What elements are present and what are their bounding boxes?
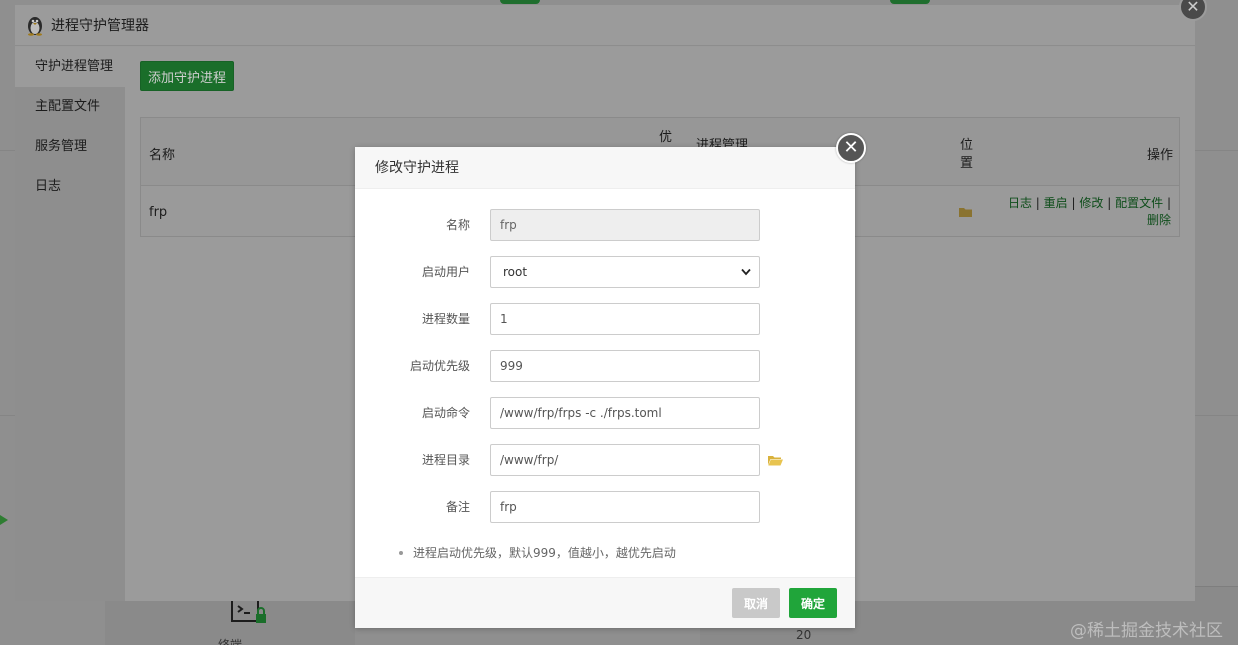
count-input[interactable] bbox=[490, 303, 760, 335]
edit-link[interactable]: 修改 bbox=[1079, 196, 1103, 210]
log-link[interactable]: 日志 bbox=[1008, 196, 1032, 210]
priority-input[interactable] bbox=[490, 350, 760, 382]
name-input[interactable] bbox=[490, 209, 760, 241]
delete-link[interactable]: 删除 bbox=[1147, 213, 1171, 227]
command-input[interactable] bbox=[490, 397, 760, 429]
name-label: 名称 bbox=[445, 218, 470, 232]
sidebar-item-daemon-management[interactable]: 守护进程管理 bbox=[15, 47, 125, 87]
header-location-a: 位 bbox=[960, 138, 974, 153]
header-ops: 操作 bbox=[1147, 148, 1174, 163]
user-select[interactable]: root bbox=[490, 256, 760, 288]
remark-label: 备注 bbox=[445, 500, 470, 514]
play-icon bbox=[0, 515, 8, 525]
field-row-remark: 备注 bbox=[355, 491, 855, 523]
sidebar-item-service-management[interactable]: 服务管理 bbox=[15, 127, 125, 167]
background-decoration bbox=[890, 0, 930, 4]
user-label: 启动用户 bbox=[421, 265, 470, 279]
folder-icon[interactable] bbox=[959, 207, 974, 218]
row-name: frp bbox=[149, 205, 168, 220]
sidebar-item-main-config[interactable]: 主配置文件 bbox=[15, 87, 125, 127]
field-row-user: 启动用户 root bbox=[355, 256, 855, 288]
field-row-priority: 启动优先级 bbox=[355, 350, 855, 382]
modal-footer: 取消 确定 bbox=[355, 577, 855, 628]
remark-input[interactable] bbox=[490, 491, 760, 523]
sidebar-item-logs[interactable]: 日志 bbox=[15, 167, 125, 207]
manager-title: 进程守护管理器 bbox=[51, 18, 149, 34]
edit-daemon-modal: 修改守护进程 ✕ 名称 启动用户 root 进程数量 启动优先级 启动命令 进程… bbox=[355, 133, 866, 628]
directory-label: 进程目录 bbox=[421, 453, 470, 467]
config-file-link[interactable]: 配置文件 bbox=[1115, 196, 1163, 210]
background-decoration bbox=[500, 0, 540, 4]
close-icon: ✕ bbox=[843, 137, 859, 158]
terminal-label: 终端 bbox=[218, 638, 243, 645]
close-icon: ✕ bbox=[1186, 0, 1200, 16]
modal-title: 修改守护进程 bbox=[355, 147, 855, 189]
priority-hint: 进程启动优先级，默认999，值越小，越优先启动 bbox=[399, 544, 676, 561]
restart-link[interactable]: 重启 bbox=[1044, 196, 1068, 210]
field-row-count: 进程数量 bbox=[355, 303, 855, 335]
row-operations: 日志 | 重启 | 修改 | 配置文件 | 删除 bbox=[1007, 196, 1171, 227]
cancel-button[interactable]: 取消 bbox=[732, 588, 780, 618]
header-priority-a: 优 bbox=[659, 130, 673, 145]
add-daemon-button[interactable]: 添加守护进程 bbox=[140, 61, 234, 91]
watermark: @稀土掘金技术社区 bbox=[1070, 621, 1223, 641]
field-row-command: 启动命令 bbox=[355, 397, 855, 429]
user-select-value: root bbox=[503, 265, 528, 279]
priority-label: 启动优先级 bbox=[409, 359, 470, 373]
folder-icon[interactable] bbox=[768, 455, 783, 466]
count-label: 进程数量 bbox=[421, 312, 470, 326]
command-label: 启动命令 bbox=[421, 406, 470, 420]
header-location-b: 置 bbox=[960, 156, 974, 171]
confirm-button[interactable]: 确定 bbox=[789, 588, 837, 618]
field-row-name: 名称 bbox=[355, 209, 855, 241]
directory-input[interactable] bbox=[490, 444, 760, 476]
modal-close-button[interactable]: ✕ bbox=[836, 133, 866, 163]
manager-sidebar: 守护进程管理 主配置文件 服务管理 日志 bbox=[15, 47, 125, 601]
penguin-icon bbox=[28, 17, 42, 36]
chevron-down-icon bbox=[741, 268, 751, 276]
bullet-icon bbox=[399, 550, 403, 555]
header-name: 名称 bbox=[149, 148, 176, 163]
priority-hint-text: 进程启动优先级，默认999，值越小，越优先启动 bbox=[413, 546, 676, 560]
terminal-lock-icon bbox=[231, 598, 266, 623]
field-row-directory: 进程目录 bbox=[355, 444, 855, 476]
manager-header: 进程守护管理器 bbox=[15, 5, 1195, 46]
background-number: 20 bbox=[796, 628, 812, 642]
